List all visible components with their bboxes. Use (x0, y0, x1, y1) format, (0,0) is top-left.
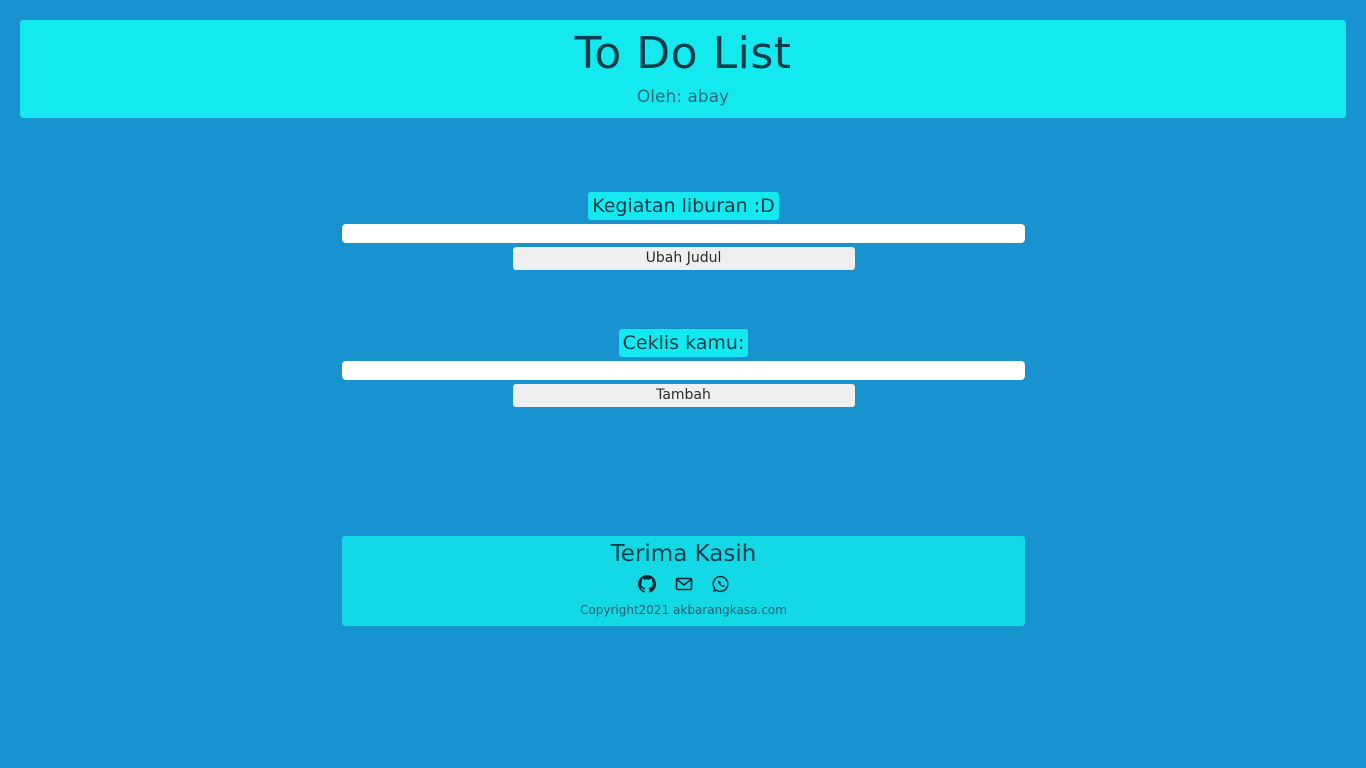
todo-input[interactable] (342, 361, 1025, 380)
copyright-text: Copyright2021 akbarangkasa.com (580, 603, 787, 617)
page-title: To Do List (574, 28, 792, 79)
todo-section: Ceklis kamu: Tambah (342, 329, 1025, 407)
title-input[interactable] (342, 224, 1025, 243)
social-links (342, 575, 1025, 593)
add-todo-button[interactable]: Tambah (512, 384, 855, 407)
thanks-text: Terima Kasih (610, 541, 757, 567)
list-title-label: Kegiatan liburan :D (588, 192, 779, 220)
author-byline: Oleh: abay (636, 87, 730, 107)
change-title-button[interactable]: Ubah Judul (512, 247, 855, 270)
page-header: To Do List Oleh: abay (20, 20, 1346, 118)
checklist-label: Ceklis kamu: (618, 329, 749, 357)
title-section: Kegiatan liburan :D Ubah Judul (342, 192, 1025, 270)
github-icon[interactable] (637, 575, 656, 593)
page-footer: Terima Kasih Copyright2021 akbarangkasa.… (342, 536, 1025, 626)
mail-icon[interactable] (675, 575, 693, 593)
whatsapp-icon[interactable] (712, 575, 730, 593)
